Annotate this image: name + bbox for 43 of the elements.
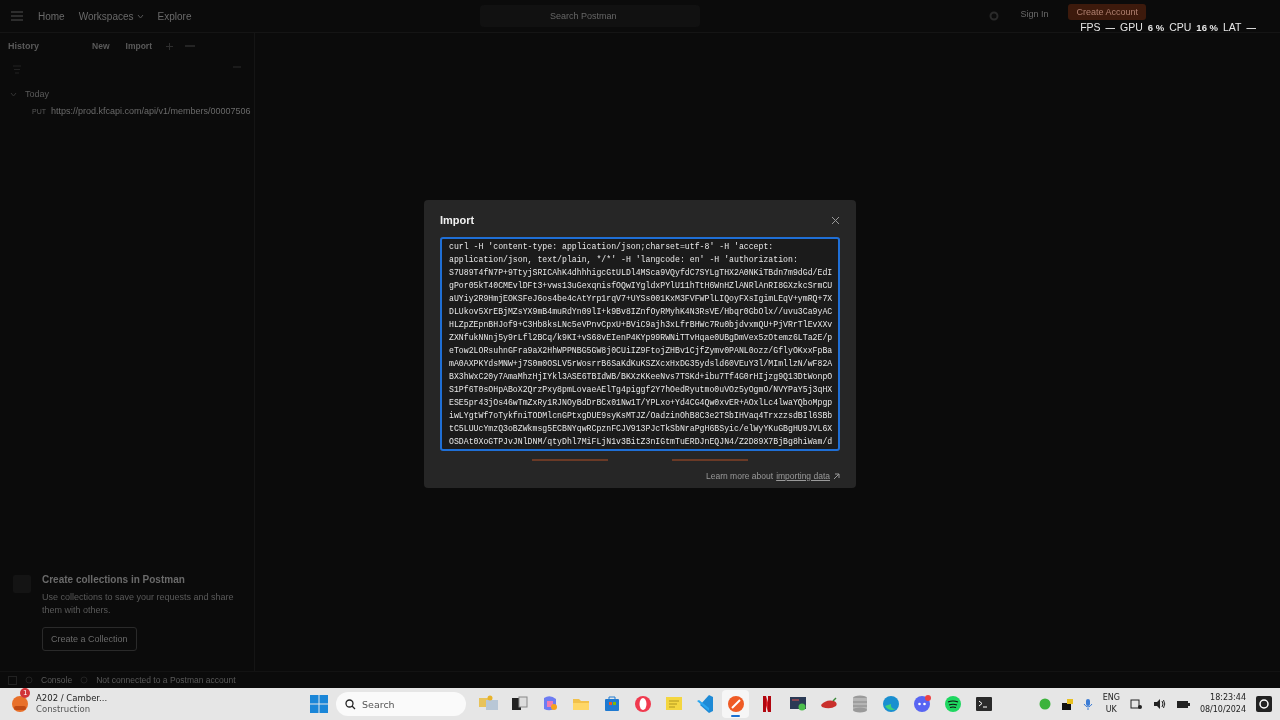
weather-icon [10,694,30,714]
metric-value: — [1246,21,1256,33]
language-indicator[interactable]: ENG UK [1102,692,1120,716]
close-icon[interactable] [831,215,840,225]
clock[interactable]: 18:23:44 08/10/2024 [1199,692,1246,716]
metric-value: 16 % [1196,21,1218,33]
sidebar-action[interactable]: Import [122,41,155,51]
sidebar-action[interactable]: New [89,41,113,51]
sign-in-button[interactable]: Sign In [1014,6,1055,22]
dialog-title: Import [440,214,475,226]
sidebar-title: History [8,41,40,51]
nav-link[interactable]: Explore [157,10,192,22]
metric-value: 6 % [1147,21,1165,33]
importing-data-link[interactable]: importing data [776,471,830,481]
history-group[interactable]: Today [0,86,254,102]
weather-title: A202 / Camber... [36,693,108,704]
metric-label: LAT [1223,21,1242,33]
status-text: Not connected to a Postman account [96,675,236,685]
search-field[interactable]: Search Postman [479,5,700,27]
create-account-button[interactable]: Create Account [1068,4,1146,20]
console-link[interactable]: Console [41,675,73,685]
empty-title: Create collections in Postman [42,574,186,585]
request-url: https://prod.kfcapi.com/api/v1/members/00007506 [51,106,251,116]
metric-label: CPU [1169,21,1192,33]
metric-label: FPS [1080,21,1101,33]
chevron-down-icon [10,90,17,98]
battery-icon[interactable] [1175,699,1190,709]
microphone-icon[interactable] [1082,697,1093,711]
import-input[interactable]: curl -H 'content-type: application/json;charset=utf-8' -H 'accept: application/json, text/plain, */*' -H 'langcode: en' -H 'authorization: S7U89T4fN7P+9TtyjSRICAhK4dhhhigcGtULDl4MSca9VQyfdC7SYLgTHX2A0NKiTBdn7m9dGd/EdI gPor05kT40CMEvlDFt3+vws13uGexqnisfOQwIYgldxPYlU11hTtH6WnHZlANRlAnRI8GXzkcSrmCU aUYiy2R9HmjEOKSFeJ6os4be4cAtYrp1rqV7+UYSs001KxM3FVFWPlLIQoyFXsIgimLEqV+ymRQ+7X DLUkov5XrEBjMZsYX9mB4muRdYn09lI+k9Bv8IZnfOyRMyhK4N3RsVE/Hbqr0GbOlx//uvu3Ca9yAC HLZpZEpnBHJof9+C3Hb8ksLNc5eVPnvCpxU+BViC9ajh3xLfrBHWc7Ru0bjdvxmQU+PjVRrTlEvXXv ZXNfukNNnj5y9rLfl2BCq/k9KI+vS68vEIenP4KYp99RWNiTTvHqae0UBgDmVex5zOtemz6LTa2E/p eTow2LORsuhnGFra9aX2HhWPPNBG5GW8j0CUiIZ9FtojZHBv1CjfZymv0PANL0ozz/GflyOKxxFpBa mA0AXPKYdsMNW+j7S0m0OSLV5rWosrrB6SaKdKuKSZXcxHxDG35ydsld60VEuY3l/MImllzN/wF82A BX3hWxC20y7AmaMhzHjIYkl3ASE6TBIdWB/BKXzKKeeNvs7TSKd+ibu7Tf4G0rHIjzg9Q13DtWonpO S1Pf6T0sOHpABoX2QrzPxy8pmLovaeAElTg4piggf2Y7hOedRyutmo0uVOz5yOgmO/NVYPaY5j3qHX ESE5pr43jOs46wTmZxRy1RJNOyBdDrBCx01Nw1T/YPLxo+Yd4CG4Qw0xvER+AOxlLc4lwaYQboMpgp iwLYgtWf7oTykfniTODMlcnGPtxgDUE9syKsMTJZ/OadzinOhB8C3e2TSbIHVaq4TrxzzsdBIl6SBb tC5LUUcYmzQ3oBZWkmsg5ECBNYqwRCpznFCJV913PJcTkSbNraPgH6BSyic/elWyYKuGBgHU9JVL6X OSDAt0XoGTPJvJNlDNM/qtyDhl7MiFLjN1v3BitZ3nIGtmTuERDJnEQJN4/Z2D89X7BjBg8hiWam/d [440,237,840,451]
speaker-icon[interactable] [1152,698,1166,710]
nav-link[interactable]: Workspaces [78,10,144,22]
external-link-icon [833,472,840,480]
metric-value: — [1105,21,1116,33]
windows-start-icon[interactable] [310,695,328,713]
create-collection-button[interactable]: Create a Collection [42,627,137,651]
taskbar-search-field[interactable]: Search [336,692,466,716]
search-icon [345,699,356,710]
weather-subtitle: Construction [36,704,92,715]
metric-label: GPU [1120,21,1143,33]
nav-link[interactable]: Home [38,10,65,22]
help-text: Learn more about [706,471,774,481]
caret-icon [136,13,144,19]
empty-description: Use collections to save your requests and share them with others. [42,591,235,617]
